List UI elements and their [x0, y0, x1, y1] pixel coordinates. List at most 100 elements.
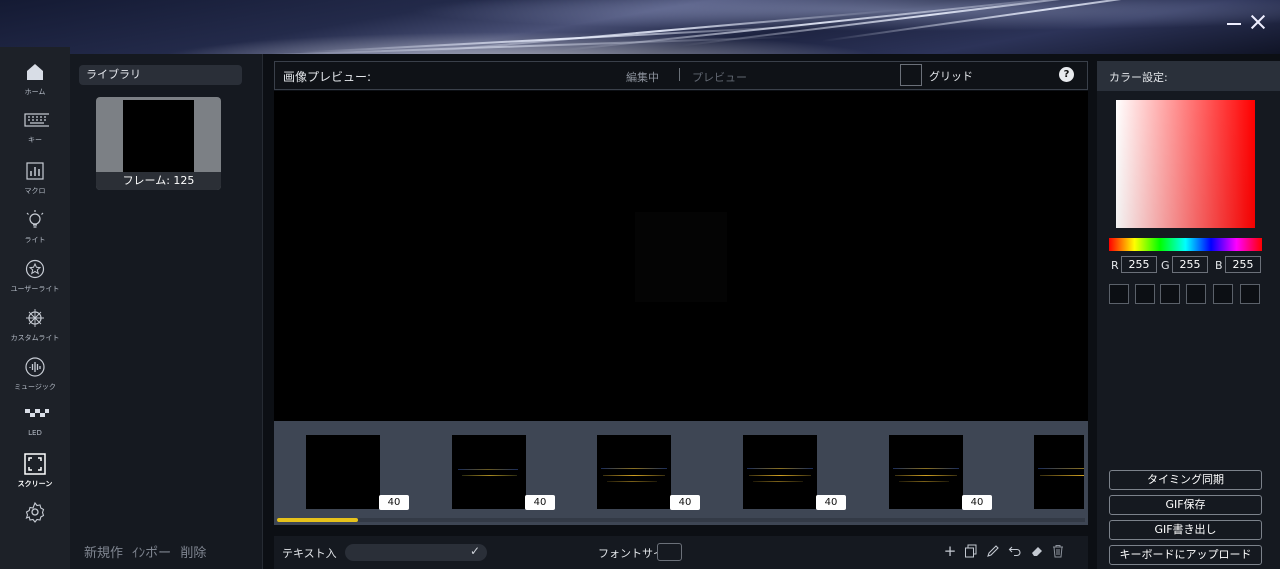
lightbulb-icon	[26, 210, 44, 228]
new-button[interactable]: 新規作	[84, 546, 123, 561]
nav-item-music[interactable]: ミュージック	[0, 350, 70, 396]
green-input[interactable]: 255	[1172, 256, 1208, 273]
library-item-caption: フレーム: 125	[96, 172, 221, 190]
tab-separator	[679, 68, 680, 81]
nav-item-custom-light[interactable]: カスタムライト	[0, 301, 70, 347]
timeline-frame-partial[interactable]	[1034, 435, 1084, 515]
timeline-scroll-thumb[interactable]	[277, 518, 358, 522]
trash-icon[interactable]	[1051, 544, 1065, 558]
eraser-icon[interactable]	[1030, 544, 1044, 558]
timeline-frame[interactable]: 40	[597, 435, 707, 515]
nav-item-label: マクロ	[24, 187, 46, 195]
font-size-label: フォントサイ	[598, 547, 664, 560]
frame-thumbnail	[743, 435, 817, 509]
home-icon	[27, 64, 43, 80]
color-swatch[interactable]	[1160, 284, 1180, 304]
frame-duration[interactable]: 40	[962, 495, 992, 510]
nav-item-key[interactable]: キー	[0, 103, 70, 149]
gif-save-button[interactable]: GIF保存	[1109, 495, 1262, 515]
frame-timeline: 40 40 40 40 40	[274, 421, 1088, 525]
frame-duration[interactable]: 40	[816, 495, 846, 510]
frame-duration[interactable]: 40	[379, 495, 409, 510]
add-icon[interactable]: +	[943, 544, 957, 559]
settings-gear-icon	[25, 501, 45, 523]
frame-thumbnail	[889, 435, 963, 509]
nav-item-label: ミュージック	[14, 383, 56, 391]
upload-to-keyboard-button[interactable]: キーボードにアップロード	[1109, 545, 1262, 565]
led-grid-icon	[25, 409, 49, 417]
library-panel: ライブラリ フレーム: 125 新規作 ｲﾝポー 削除	[70, 54, 263, 569]
library-actions: 新規作 ｲﾝポー 削除	[84, 542, 211, 561]
nav-item-settings[interactable]	[0, 495, 70, 541]
timeline-frame[interactable]: 40	[452, 435, 562, 515]
tab-editing[interactable]: 編集中	[626, 69, 659, 85]
text-toolbar: テキスト入 ✓ フォントサイ +	[274, 536, 1088, 569]
red-label: R	[1111, 259, 1119, 272]
nav-item-label: ライト	[24, 236, 46, 244]
custom-light-icon	[26, 309, 44, 327]
grid-checkbox[interactable]	[900, 64, 922, 86]
pencil-icon[interactable]	[986, 544, 1000, 558]
color-swatch[interactable]	[1186, 284, 1206, 304]
main-nav: ホーム キー マクロ ライト ユーザーライト カスタムライト ミュージック LE…	[0, 47, 70, 569]
frame-thumbnail	[452, 435, 526, 509]
help-icon[interactable]: ?	[1059, 67, 1074, 82]
red-input[interactable]: 255	[1121, 256, 1157, 273]
frame-thumbnail	[306, 435, 380, 509]
nav-item-led[interactable]: LED	[0, 397, 70, 443]
keyboard-icon	[24, 113, 49, 127]
green-label: G	[1161, 259, 1170, 272]
timeline-scrollbar[interactable]	[277, 518, 1085, 522]
copy-icon[interactable]	[964, 544, 978, 558]
nav-item-label: ホーム	[24, 88, 46, 96]
text-input[interactable]	[345, 544, 487, 561]
nav-item-home[interactable]: ホーム	[0, 55, 70, 101]
library-item[interactable]: フレーム: 125	[96, 97, 221, 190]
nav-item-screen[interactable]: スクリーン	[0, 447, 70, 493]
color-swatch[interactable]	[1135, 284, 1155, 304]
hue-slider[interactable]	[1109, 238, 1262, 251]
frame-duration[interactable]: 40	[525, 495, 555, 510]
nav-item-macro[interactable]: マクロ	[0, 154, 70, 200]
color-swatch[interactable]	[1240, 284, 1260, 304]
canvas-content	[635, 212, 727, 302]
import-button[interactable]: ｲﾝポー	[132, 546, 171, 561]
close-icon[interactable]	[1250, 14, 1266, 30]
macro-chart-icon	[26, 162, 44, 180]
star-circle-icon	[25, 259, 45, 279]
library-title: ライブラリ	[79, 65, 242, 85]
font-size-field[interactable]	[657, 543, 682, 561]
screen-icon	[24, 453, 46, 475]
nav-item-label: LED	[28, 429, 42, 437]
grid-label: グリッド	[929, 70, 973, 83]
blue-label: B	[1215, 259, 1223, 272]
header-banner	[0, 0, 1280, 54]
preview-header: 画像プレビュー: 編集中 プレビュー グリッド ?	[274, 61, 1088, 90]
nav-item-label: ユーザーライト	[10, 285, 60, 293]
minimize-icon[interactable]	[1227, 14, 1243, 30]
image-canvas[interactable]	[274, 91, 1088, 421]
frame-thumbnail	[1034, 435, 1084, 509]
checkmark-icon[interactable]: ✓	[470, 544, 480, 558]
timeline-frame[interactable]: 40	[743, 435, 853, 515]
color-settings-panel: カラー設定: R 255 G 255 B 255 タイミング同期 GIF保存 G…	[1097, 61, 1280, 569]
nav-item-light[interactable]: ライト	[0, 203, 70, 249]
nav-item-user-light[interactable]: ユーザーライト	[0, 252, 70, 298]
gif-export-button[interactable]: GIF書き出し	[1109, 520, 1262, 540]
timing-sync-button[interactable]: タイミング同期	[1109, 470, 1262, 490]
timeline-frame[interactable]: 40	[889, 435, 999, 515]
timeline-frame[interactable]: 40	[306, 435, 416, 515]
tab-preview[interactable]: プレビュー	[692, 69, 747, 85]
blue-input[interactable]: 255	[1225, 256, 1261, 273]
frame-duration[interactable]: 40	[670, 495, 700, 510]
undo-icon[interactable]	[1008, 544, 1022, 558]
color-settings-title: カラー設定:	[1097, 61, 1280, 91]
nav-item-label: カスタムライト	[10, 334, 60, 342]
color-swatch[interactable]	[1109, 284, 1129, 304]
color-swatch[interactable]	[1213, 284, 1233, 304]
nav-item-label: キー	[28, 136, 42, 144]
saturation-value-picker[interactable]	[1116, 100, 1255, 228]
library-item-preview	[123, 100, 194, 172]
music-wave-icon	[25, 357, 45, 377]
delete-button[interactable]: 削除	[180, 546, 206, 561]
